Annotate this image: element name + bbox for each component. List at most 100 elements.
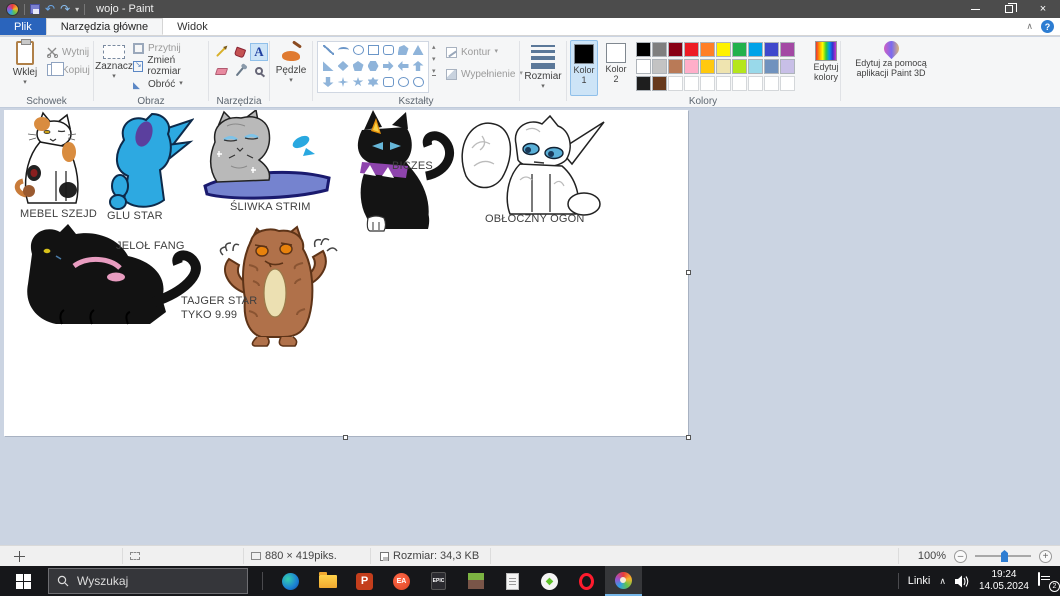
palette-swatch[interactable]: [716, 59, 731, 74]
select-button[interactable]: Zaznacz ▾: [95, 37, 133, 80]
shape-ellipse-icon[interactable]: [353, 45, 364, 55]
taskbar-icon-opera[interactable]: [568, 566, 605, 596]
taskbar-icon-ea[interactable]: EA: [383, 566, 420, 596]
palette-swatch-empty[interactable]: [764, 76, 779, 91]
palette-swatch[interactable]: [764, 42, 779, 57]
taskbar-icon-minecraft[interactable]: [457, 566, 494, 596]
help-icon[interactable]: ?: [1041, 20, 1054, 33]
palette-swatch[interactable]: [668, 59, 683, 74]
palette-swatch[interactable]: [732, 42, 747, 57]
resize-button[interactable]: Zmień rozmiar: [133, 59, 207, 73]
shape-arr-u-icon[interactable]: [413, 61, 424, 71]
taskbar-icon-edge[interactable]: [272, 566, 309, 596]
drawing-canvas[interactable]: MEBEL SZEJD GLU STAR ŚLIWKA STRIM BICZES…: [4, 110, 688, 436]
shape-star4-icon[interactable]: [338, 77, 349, 87]
shapes-scroll-up-icon[interactable]: ▴: [432, 43, 436, 51]
shape-bub-o-icon[interactable]: [398, 77, 409, 87]
palette-swatch-empty[interactable]: [684, 76, 699, 91]
tab-file[interactable]: Plik: [0, 18, 46, 35]
palette-swatch[interactable]: [716, 42, 731, 57]
taskbar-search[interactable]: [48, 568, 248, 594]
cut-button[interactable]: Wytnij: [47, 45, 89, 59]
zoom-slider[interactable]: [975, 555, 1031, 557]
taskbar-icon-notepad[interactable]: [494, 566, 531, 596]
size-button[interactable]: Rozmiar ▾: [521, 39, 565, 90]
minimize-button[interactable]: [958, 0, 992, 18]
palette-swatch[interactable]: [636, 42, 651, 57]
shape-arr-r-icon[interactable]: [383, 61, 394, 71]
color2-button[interactable]: Kolor 2: [602, 40, 630, 96]
close-button[interactable]: ×: [1026, 0, 1060, 18]
links-toolbar[interactable]: Linki: [908, 575, 931, 587]
palette-swatch[interactable]: [780, 59, 795, 74]
palette-swatch[interactable]: [636, 76, 651, 91]
fill-button[interactable]: Wypełnienie ▾: [446, 67, 523, 81]
zoom-out-button[interactable]: –: [954, 550, 967, 563]
canvas-resize-handle-corner[interactable]: [686, 435, 691, 440]
taskbar-icon-paint-active[interactable]: [605, 566, 642, 596]
shape-hex-icon[interactable]: [368, 61, 379, 71]
palette-swatch[interactable]: [780, 42, 795, 57]
outline-button[interactable]: Kontur ▾: [446, 45, 498, 59]
shape-arr-l-icon[interactable]: [398, 61, 409, 71]
palette-swatch[interactable]: [748, 59, 763, 74]
clock[interactable]: 19:24 14.05.2024: [979, 569, 1029, 594]
edit-colors-button[interactable]: Edytuj kolory: [811, 41, 841, 83]
crop-button[interactable]: Przytnij: [133, 41, 181, 55]
restore-button[interactable]: [992, 0, 1026, 18]
volume-icon[interactable]: [955, 575, 970, 588]
fill-tool[interactable]: [231, 43, 249, 61]
palette-swatch[interactable]: [652, 42, 667, 57]
palette-swatch-empty[interactable]: [732, 76, 747, 91]
eraser-tool[interactable]: [212, 62, 230, 80]
shape-curve-icon[interactable]: [338, 47, 349, 53]
palette-swatch[interactable]: [652, 59, 667, 74]
palette-swatch-empty[interactable]: [780, 76, 795, 91]
text-tool[interactable]: A: [250, 43, 268, 61]
palette-swatch[interactable]: [684, 59, 699, 74]
taskbar-icon-epic[interactable]: EPIC: [420, 566, 457, 596]
palette-swatch[interactable]: [700, 42, 715, 57]
shapes-scroll-down-icon[interactable]: ▾: [432, 55, 436, 63]
shape-star5-icon[interactable]: [353, 77, 364, 87]
palette-swatch-empty[interactable]: [700, 76, 715, 91]
taskbar-icon-powerpoint[interactable]: P: [346, 566, 383, 596]
palette-swatch[interactable]: [700, 59, 715, 74]
start-button[interactable]: [0, 566, 46, 596]
shape-poly-icon[interactable]: [398, 45, 409, 55]
shape-diamond-icon[interactable]: [338, 61, 349, 71]
color1-button[interactable]: Kolor 1: [570, 40, 598, 96]
paste-button[interactable]: Wklej ▾: [7, 37, 43, 86]
palette-swatch-empty[interactable]: [748, 76, 763, 91]
palette-swatch[interactable]: [636, 59, 651, 74]
shapes-more-icon[interactable]: ▾: [432, 67, 436, 76]
palette-swatch[interactable]: [652, 76, 667, 91]
palette-swatch-empty[interactable]: [716, 76, 731, 91]
color-picker-tool[interactable]: [231, 62, 249, 80]
brushes-button[interactable]: Pędzle ▾: [271, 39, 311, 84]
shape-bub-c-icon[interactable]: [413, 77, 424, 87]
tab-home[interactable]: Narzędzia główne: [46, 18, 163, 35]
taskbar-icon-sims[interactable]: ◆: [531, 566, 568, 596]
palette-swatch[interactable]: [668, 42, 683, 57]
redo-icon[interactable]: ↷: [60, 4, 70, 15]
zoom-slider-thumb[interactable]: [1001, 550, 1008, 562]
pencil-tool[interactable]: [212, 43, 230, 61]
palette-swatch[interactable]: [748, 42, 763, 57]
shape-tri-icon[interactable]: [413, 45, 424, 55]
canvas-resize-handle-bottom[interactable]: [343, 435, 348, 440]
zoom-in-button[interactable]: +: [1039, 550, 1052, 563]
tab-view[interactable]: Widok: [163, 18, 222, 35]
hidden-icons-chevron[interactable]: ∧: [939, 576, 946, 587]
shape-line-icon[interactable]: [323, 45, 334, 55]
notification-center-button[interactable]: 2: [1038, 573, 1056, 589]
canvas-resize-handle-right[interactable]: [686, 270, 691, 275]
undo-icon[interactable]: ↶: [45, 4, 55, 15]
shape-pent-icon[interactable]: [353, 61, 364, 71]
shape-arr-d-icon[interactable]: [323, 77, 334, 87]
quick-access-dropdown-icon[interactable]: ▾: [75, 5, 79, 14]
taskbar-icon-explorer[interactable]: [309, 566, 346, 596]
shape-bub-r-icon[interactable]: [383, 77, 394, 87]
search-input[interactable]: [77, 574, 227, 588]
save-icon[interactable]: [30, 4, 40, 14]
